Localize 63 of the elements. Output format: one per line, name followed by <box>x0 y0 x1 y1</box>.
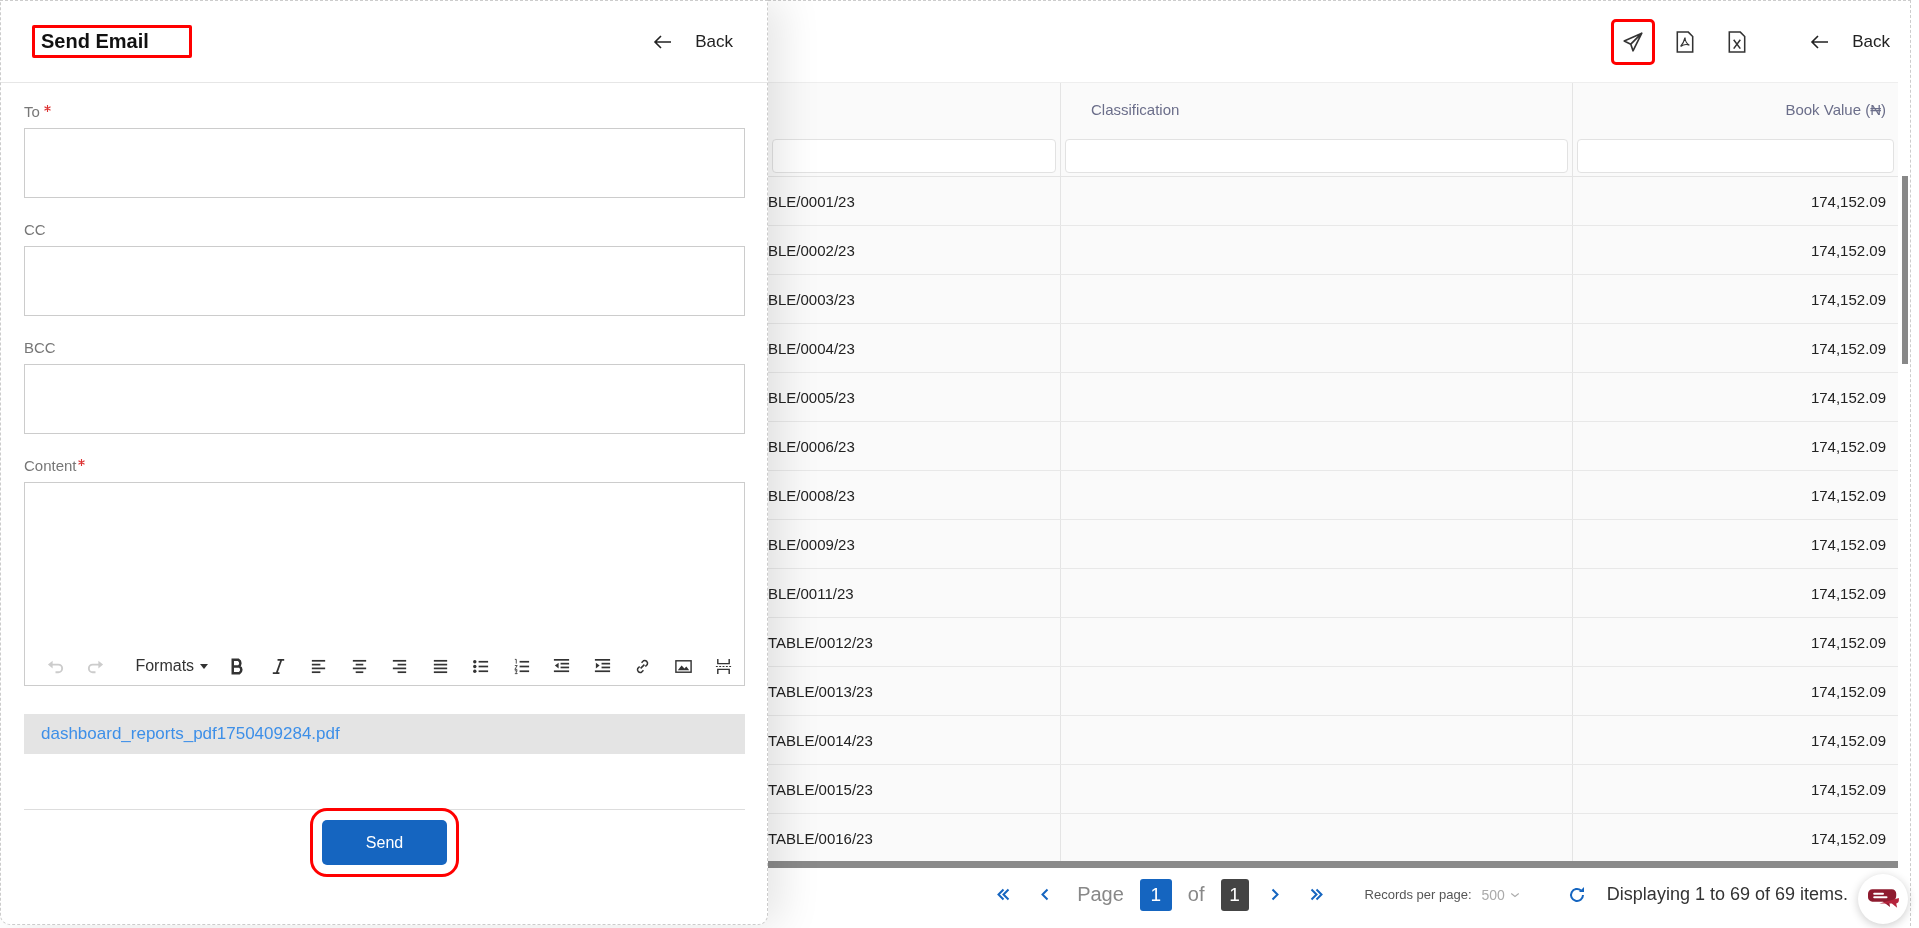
back-button[interactable]: Back <box>1810 31 1890 52</box>
table-cell-text: 174,152.09 <box>1809 730 1887 751</box>
table-cell-text: 174,152.09 <box>1809 436 1887 457</box>
filter-field[interactable] <box>1577 139 1894 173</box>
table-cell-text: 174,152.09 <box>1809 534 1887 555</box>
table-cell-text: 174,152.09 <box>1809 289 1887 310</box>
table-cell: BLE/0003/23 <box>768 275 1061 323</box>
panel-title: Send Email <box>32 25 192 58</box>
formats-dropdown[interactable]: Formats <box>116 652 218 680</box>
scrollbar-thumb[interactable] <box>1902 176 1908 364</box>
total-pages: 1 <box>1220 878 1249 911</box>
table-cell-text: 174,152.09 <box>1809 485 1887 506</box>
table-cell: TABLE/0015/23 <box>768 765 1061 813</box>
table-cell-text: 174,152.09 <box>1809 632 1887 653</box>
pagination-summary: Displaying 1 to 69 of 69 items. <box>1606 884 1848 905</box>
caret-icon <box>200 663 209 669</box>
send-button[interactable]: Send <box>322 820 447 865</box>
column-header[interactable]: Book Value (₦) <box>1573 83 1898 136</box>
records-per-page-label: Records per page: <box>1364 887 1472 902</box>
table-cell: BLE/0008/23 <box>768 471 1061 519</box>
page-label: of <box>1187 883 1205 906</box>
back-button[interactable]: Back <box>653 31 733 52</box>
input-field[interactable] <box>24 128 745 198</box>
page-break-icon <box>714 656 734 676</box>
toolbar-button[interactable] <box>1614 21 1653 62</box>
input-field[interactable] <box>24 364 745 434</box>
chevron-right-icon <box>1270 888 1279 901</box>
table-cell-text: 174,152.09 <box>1809 338 1887 359</box>
table-cell-text: 174,152.09 <box>1809 387 1887 408</box>
page-label: Page <box>1077 883 1124 906</box>
column-header[interactable]: Classification <box>1061 83 1573 136</box>
double-chevron-left-icon <box>996 888 1010 901</box>
table-cell: TABLE/0013/23 <box>768 667 1061 715</box>
page-number-field[interactable]: 1 <box>1139 878 1172 911</box>
filter-field[interactable] <box>772 139 1056 173</box>
input-field[interactable] <box>24 246 745 316</box>
chevron-left-icon <box>1041 888 1050 901</box>
table-cell: BLE/0004/23 <box>768 324 1061 372</box>
table-cell-text: 174,152.09 <box>1809 681 1887 702</box>
field-label: To <box>24 103 40 120</box>
table-cell-text: 174,152.09 <box>1809 779 1887 800</box>
numbered-list-icon <box>511 656 531 676</box>
table-cell: BLE/0005/23 <box>768 373 1061 421</box>
table-cell: TABLE/0012/23 <box>768 618 1061 666</box>
table-cell-text: 174,152.09 <box>1809 583 1887 604</box>
chat-button[interactable] <box>1858 874 1908 924</box>
table-cell-text: 174,152.09 <box>1809 828 1887 849</box>
table-cell: BLE/0011/23 <box>768 569 1061 617</box>
table-cell: BLE/0006/23 <box>768 422 1061 470</box>
table-cell: TABLE/0014/23 <box>768 716 1061 764</box>
paper-plane-icon <box>1622 30 1645 53</box>
field-label: Content <box>24 457 77 474</box>
field-label: BCC <box>24 339 56 356</box>
horizontal-scrollbar[interactable] <box>768 861 1898 868</box>
table-cell-text: 174,152.09 <box>1809 191 1887 212</box>
table-cell: BLE/0002/23 <box>768 226 1061 274</box>
field-label: CC <box>24 221 46 238</box>
table-cell-text: 174,152.09 <box>1809 240 1887 261</box>
filter-field[interactable] <box>1065 139 1568 173</box>
double-chevron-right-icon <box>1310 888 1324 901</box>
table-cell: BLE/0001/23 <box>768 177 1061 225</box>
table-cell: BLE/0009/23 <box>768 520 1061 568</box>
rich-text-editor[interactable]: Formats <box>24 482 745 686</box>
